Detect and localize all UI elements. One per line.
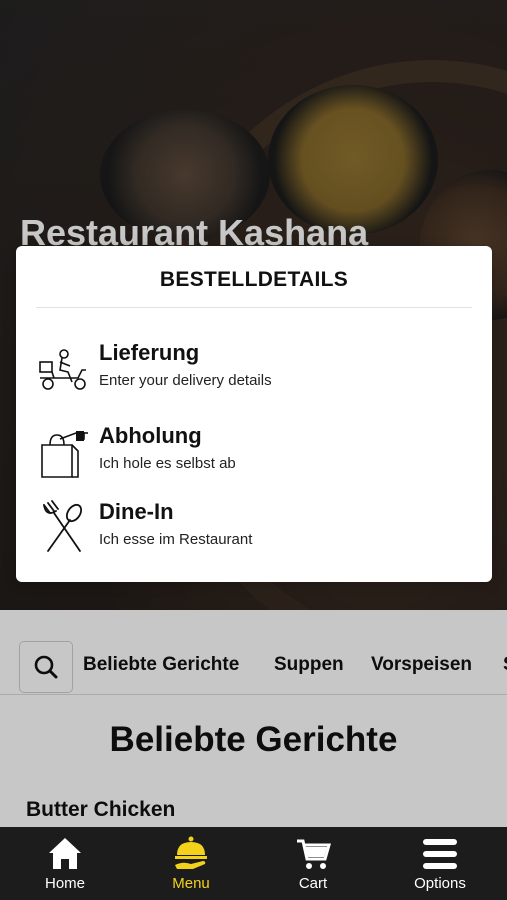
tab-cart-label: Cart <box>298 875 328 892</box>
order-details-modal: BESTELLDETAILS Lieferung Enter your deli… <box>16 246 492 582</box>
option-pickup[interactable]: Abholung Ich hole es selbst ab <box>36 423 472 493</box>
tab-home-label: Home <box>44 875 85 892</box>
tab-home[interactable]: Home <box>2 827 128 900</box>
menu-cloche-icon <box>175 836 207 869</box>
bottom-tab-bar: Home Menu Cart Options <box>0 827 507 900</box>
tab-menu-label: Menu <box>172 875 210 892</box>
option-dine-in-title: Dine-In <box>99 499 174 524</box>
tab-options-label: Options <box>414 875 466 892</box>
option-pickup-subtitle: Ich hole es selbst ab <box>99 455 236 472</box>
fork-spoon-icon <box>43 500 83 552</box>
modal-title: BESTELLDETAILS <box>159 268 349 291</box>
modal-divider <box>36 307 472 308</box>
cart-icon <box>297 839 331 869</box>
tab-cart[interactable]: Cart <box>250 827 376 900</box>
option-delivery-title: Lieferung <box>99 340 200 365</box>
tab-menu[interactable]: Menu <box>128 827 254 900</box>
option-dine-in[interactable]: Dine-In Ich esse im Restaurant <box>36 499 472 569</box>
tab-options[interactable]: Options <box>377 827 503 900</box>
option-delivery-subtitle: Enter your delivery details <box>99 372 272 389</box>
option-dine-in-subtitle: Ich esse im Restaurant <box>99 531 253 548</box>
home-icon <box>49 838 81 869</box>
hamburger-icon <box>423 839 457 869</box>
option-delivery[interactable]: Lieferung Enter your delivery details <box>36 340 472 410</box>
takeaway-bag-icon <box>41 431 88 478</box>
option-pickup-title: Abholung <box>99 423 202 448</box>
delivery-scooter-icon <box>39 349 86 390</box>
